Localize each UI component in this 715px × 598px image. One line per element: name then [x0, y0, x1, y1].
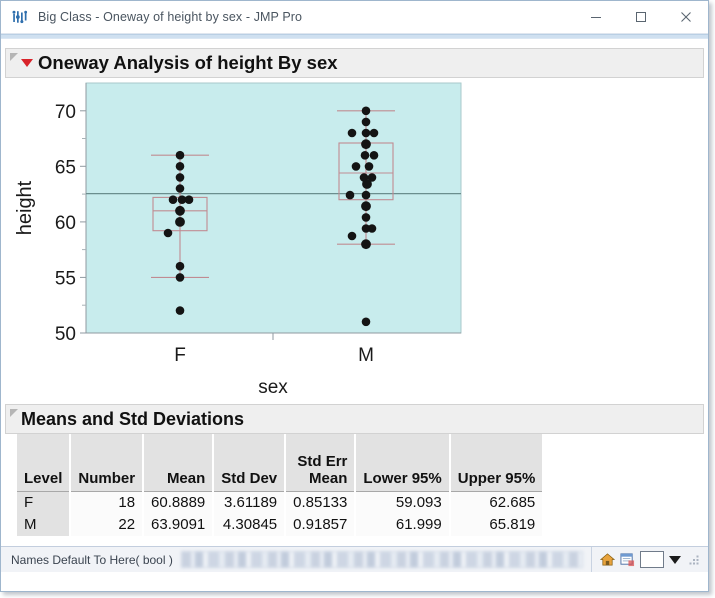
cell-std-dev: 3.61189	[212, 491, 286, 514]
cell-level: M	[17, 513, 71, 536]
column-header-upper-95[interactable]: Upper 95%	[448, 434, 543, 492]
cell-std-err-mean: 0.85133	[284, 491, 356, 514]
oneway-plot[interactable]: 50 55 60 65 70 height F M sex	[1, 78, 701, 398]
column-header-std-dev[interactable]: Std Dev	[212, 434, 286, 492]
status-bar: Names Default To Here( bool )	[1, 546, 708, 572]
y-tick-label: 50	[55, 324, 76, 345]
minimize-button[interactable]	[573, 1, 618, 33]
cell-upper-95: 62.685	[448, 491, 543, 514]
table-row[interactable]: F 18 60.8889 3.61189 0.85133 59.093 62.6…	[17, 491, 543, 514]
y-tick-label: 60	[55, 213, 76, 234]
table-row[interactable]: M 22 63.9091 4.30845 0.91857 61.999 65.8…	[17, 513, 543, 536]
close-button[interactable]	[663, 1, 708, 33]
plot-background	[85, 82, 462, 334]
x-tick-label-M: M	[358, 345, 374, 366]
x-tick-label-F: F	[174, 345, 186, 366]
title-bar: Big Class - Oneway of height by sex - JM…	[1, 1, 708, 34]
column-header-mean[interactable]: Mean	[142, 434, 214, 492]
cell-upper-95: 65.819	[448, 513, 543, 536]
cell-lower-95: 59.093	[354, 491, 450, 514]
cell-level: F	[17, 491, 71, 514]
disclosure-triangle-icon[interactable]	[10, 53, 18, 61]
window-title: Big Class - Oneway of height by sex - JM…	[38, 10, 303, 24]
means-std-deviations-table: Level Number Mean Std Dev Std Err Mean L…	[17, 434, 543, 536]
script-window-icon[interactable]	[620, 552, 635, 567]
y-tick-label: 55	[55, 268, 76, 289]
x-axis-title: sex	[258, 377, 288, 398]
y-tick-label: 65	[55, 157, 76, 178]
jmp-logo-icon	[12, 10, 28, 24]
means-std-deviations-outline-header[interactable]: Means and Std Deviations	[5, 404, 704, 434]
cell-lower-95: 61.999	[354, 513, 450, 536]
window-controls	[573, 1, 708, 33]
red-dropdown-triangle-icon[interactable]	[21, 59, 33, 67]
column-header-level[interactable]: Level	[17, 434, 71, 492]
table-header-row: Level Number Mean Std Dev Std Err Mean L…	[17, 434, 543, 492]
maximize-button[interactable]	[618, 1, 663, 33]
oneway-analysis-title: Oneway Analysis of height By sex	[38, 52, 338, 73]
maximize-icon	[635, 12, 646, 22]
home-icon[interactable]	[600, 552, 615, 567]
status-script-text: Names Default To Here( bool )	[11, 552, 173, 567]
cell-mean: 60.8889	[142, 491, 214, 514]
oneway-analysis-outline-header[interactable]: Oneway Analysis of height By sex	[5, 48, 704, 78]
cell-number: 22	[69, 513, 144, 536]
disclosure-triangle-icon[interactable]	[10, 409, 18, 417]
column-header-std-err-mean[interactable]: Std Err Mean	[284, 434, 356, 492]
close-icon	[680, 12, 691, 22]
column-header-number[interactable]: Number	[69, 434, 144, 492]
means-std-deviations-title: Means and Std Deviations	[21, 408, 245, 429]
y-axis-title: height	[14, 180, 36, 235]
y-tick-label: 70	[55, 102, 76, 123]
oneway-plot-svg: 50 55 60 65 70 height F M sex	[14, 82, 462, 398]
status-redacted-text	[180, 551, 583, 568]
status-bar-icons	[591, 547, 708, 572]
resize-grip-icon[interactable]	[688, 554, 700, 566]
status-color-box[interactable]	[640, 551, 664, 568]
cell-number: 18	[69, 491, 144, 514]
cell-std-dev: 4.30845	[212, 513, 286, 536]
minimize-icon	[590, 17, 601, 18]
jmp-report-window: Big Class - Oneway of height by sex - JM…	[0, 0, 709, 592]
cell-std-err-mean: 0.91857	[284, 513, 356, 536]
report-content: Oneway Analysis of height By sex 50 55 6…	[1, 39, 708, 572]
column-header-lower-95[interactable]: Lower 95%	[354, 434, 450, 492]
cell-mean: 63.9091	[142, 513, 214, 536]
dropdown-triangle-icon[interactable]	[669, 555, 681, 564]
